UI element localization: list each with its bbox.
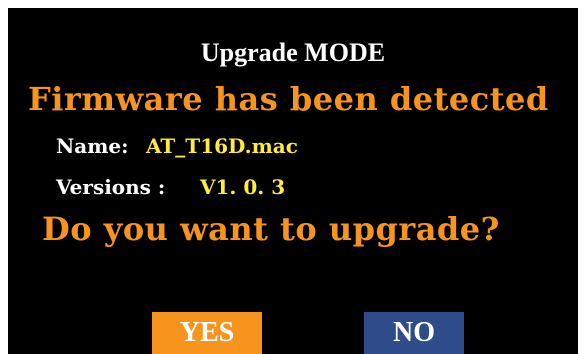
no-button[interactable]: NO xyxy=(364,312,464,354)
yes-button[interactable]: YES xyxy=(152,312,262,354)
firmware-detected-message: Firmware has been detected xyxy=(28,80,549,118)
firmware-version-value: V1. 0. 3 xyxy=(200,175,286,199)
firmware-name-value: AT_T16D.mac xyxy=(146,134,298,158)
upgrade-dialog: Upgrade MODE Firmware has been detected … xyxy=(8,8,578,354)
upgrade-question: Do you want to upgrade? xyxy=(42,210,500,248)
yes-button-label: YES xyxy=(179,317,235,348)
firmware-version-label: Versions : xyxy=(56,175,166,199)
dialog-title: Upgrade MODE xyxy=(200,38,386,67)
firmware-name-label: Name: xyxy=(56,134,129,158)
no-button-label: NO xyxy=(393,317,435,348)
